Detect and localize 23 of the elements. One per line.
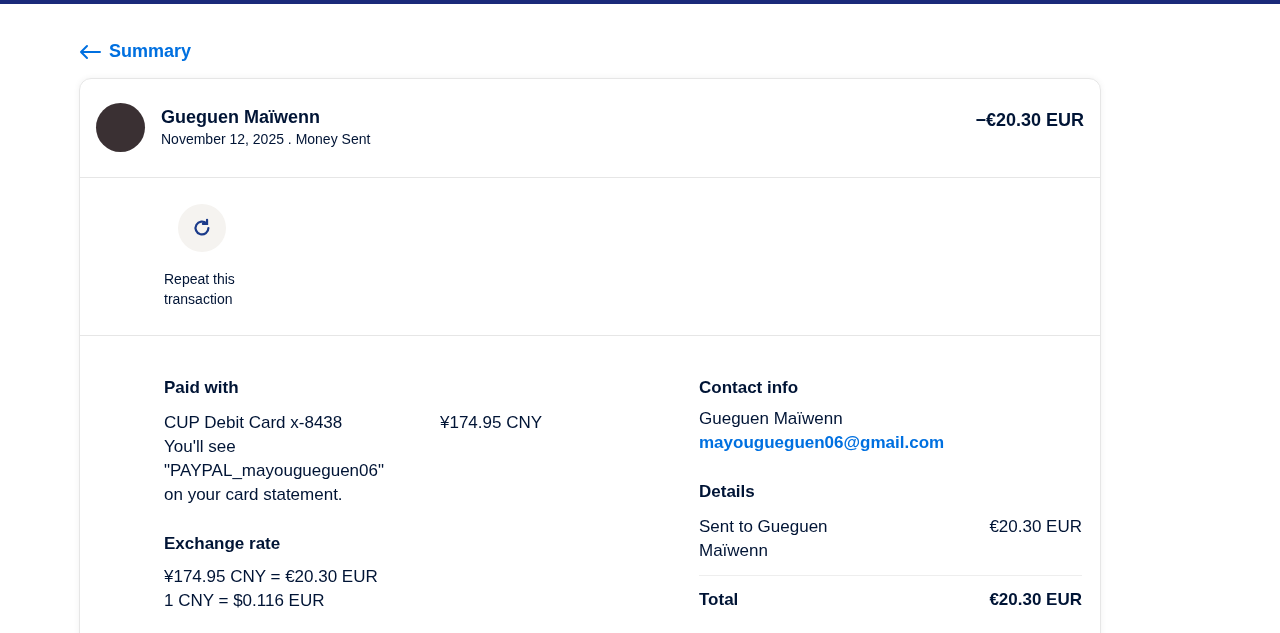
section-title: Details: [699, 481, 756, 503]
transaction-subtitle: November 12, 2025 . Money Sent: [161, 130, 371, 149]
repeat-button[interactable]: Repeat this transaction: [164, 204, 240, 335]
contact-name: Gueguen Maïwenn: [699, 408, 844, 430]
section-title: Exchange rate: [164, 533, 282, 555]
contact-name: Gueguen Maïwenn: [161, 106, 321, 129]
repeat-icon: [178, 204, 226, 252]
exchange-rate-line: ¥174.95 CNY = €20.30 EUR: [164, 566, 379, 588]
section-title: Paid with: [164, 377, 240, 399]
total-label: Total: [699, 589, 739, 611]
back-link[interactable]: Summary: [79, 38, 192, 65]
paid-amount: ¥174.95 CNY: [440, 412, 543, 434]
total-value: €20.30 EUR: [989, 589, 1082, 611]
transaction-amount: −€20.30 EUR: [975, 109, 1084, 132]
detail-label: Sent to Gueguen Maïwenn: [699, 516, 829, 562]
card-name: CUP Debit Card x-8438: [164, 412, 344, 434]
email-link[interactable]: mayougueguen06@gmail.com: [699, 433, 945, 452]
avatar: [96, 103, 145, 152]
section-title: Contact info: [699, 377, 800, 399]
detail-value: €20.30 EUR: [989, 516, 1082, 538]
exchange-rate-line: 1 CNY = $0.116 EUR: [164, 590, 326, 612]
back-arrow-icon: [79, 43, 101, 60]
statement-note: You'll see "PAYPAL_mayougueguen06" on your card statement.: [164, 436, 385, 506]
